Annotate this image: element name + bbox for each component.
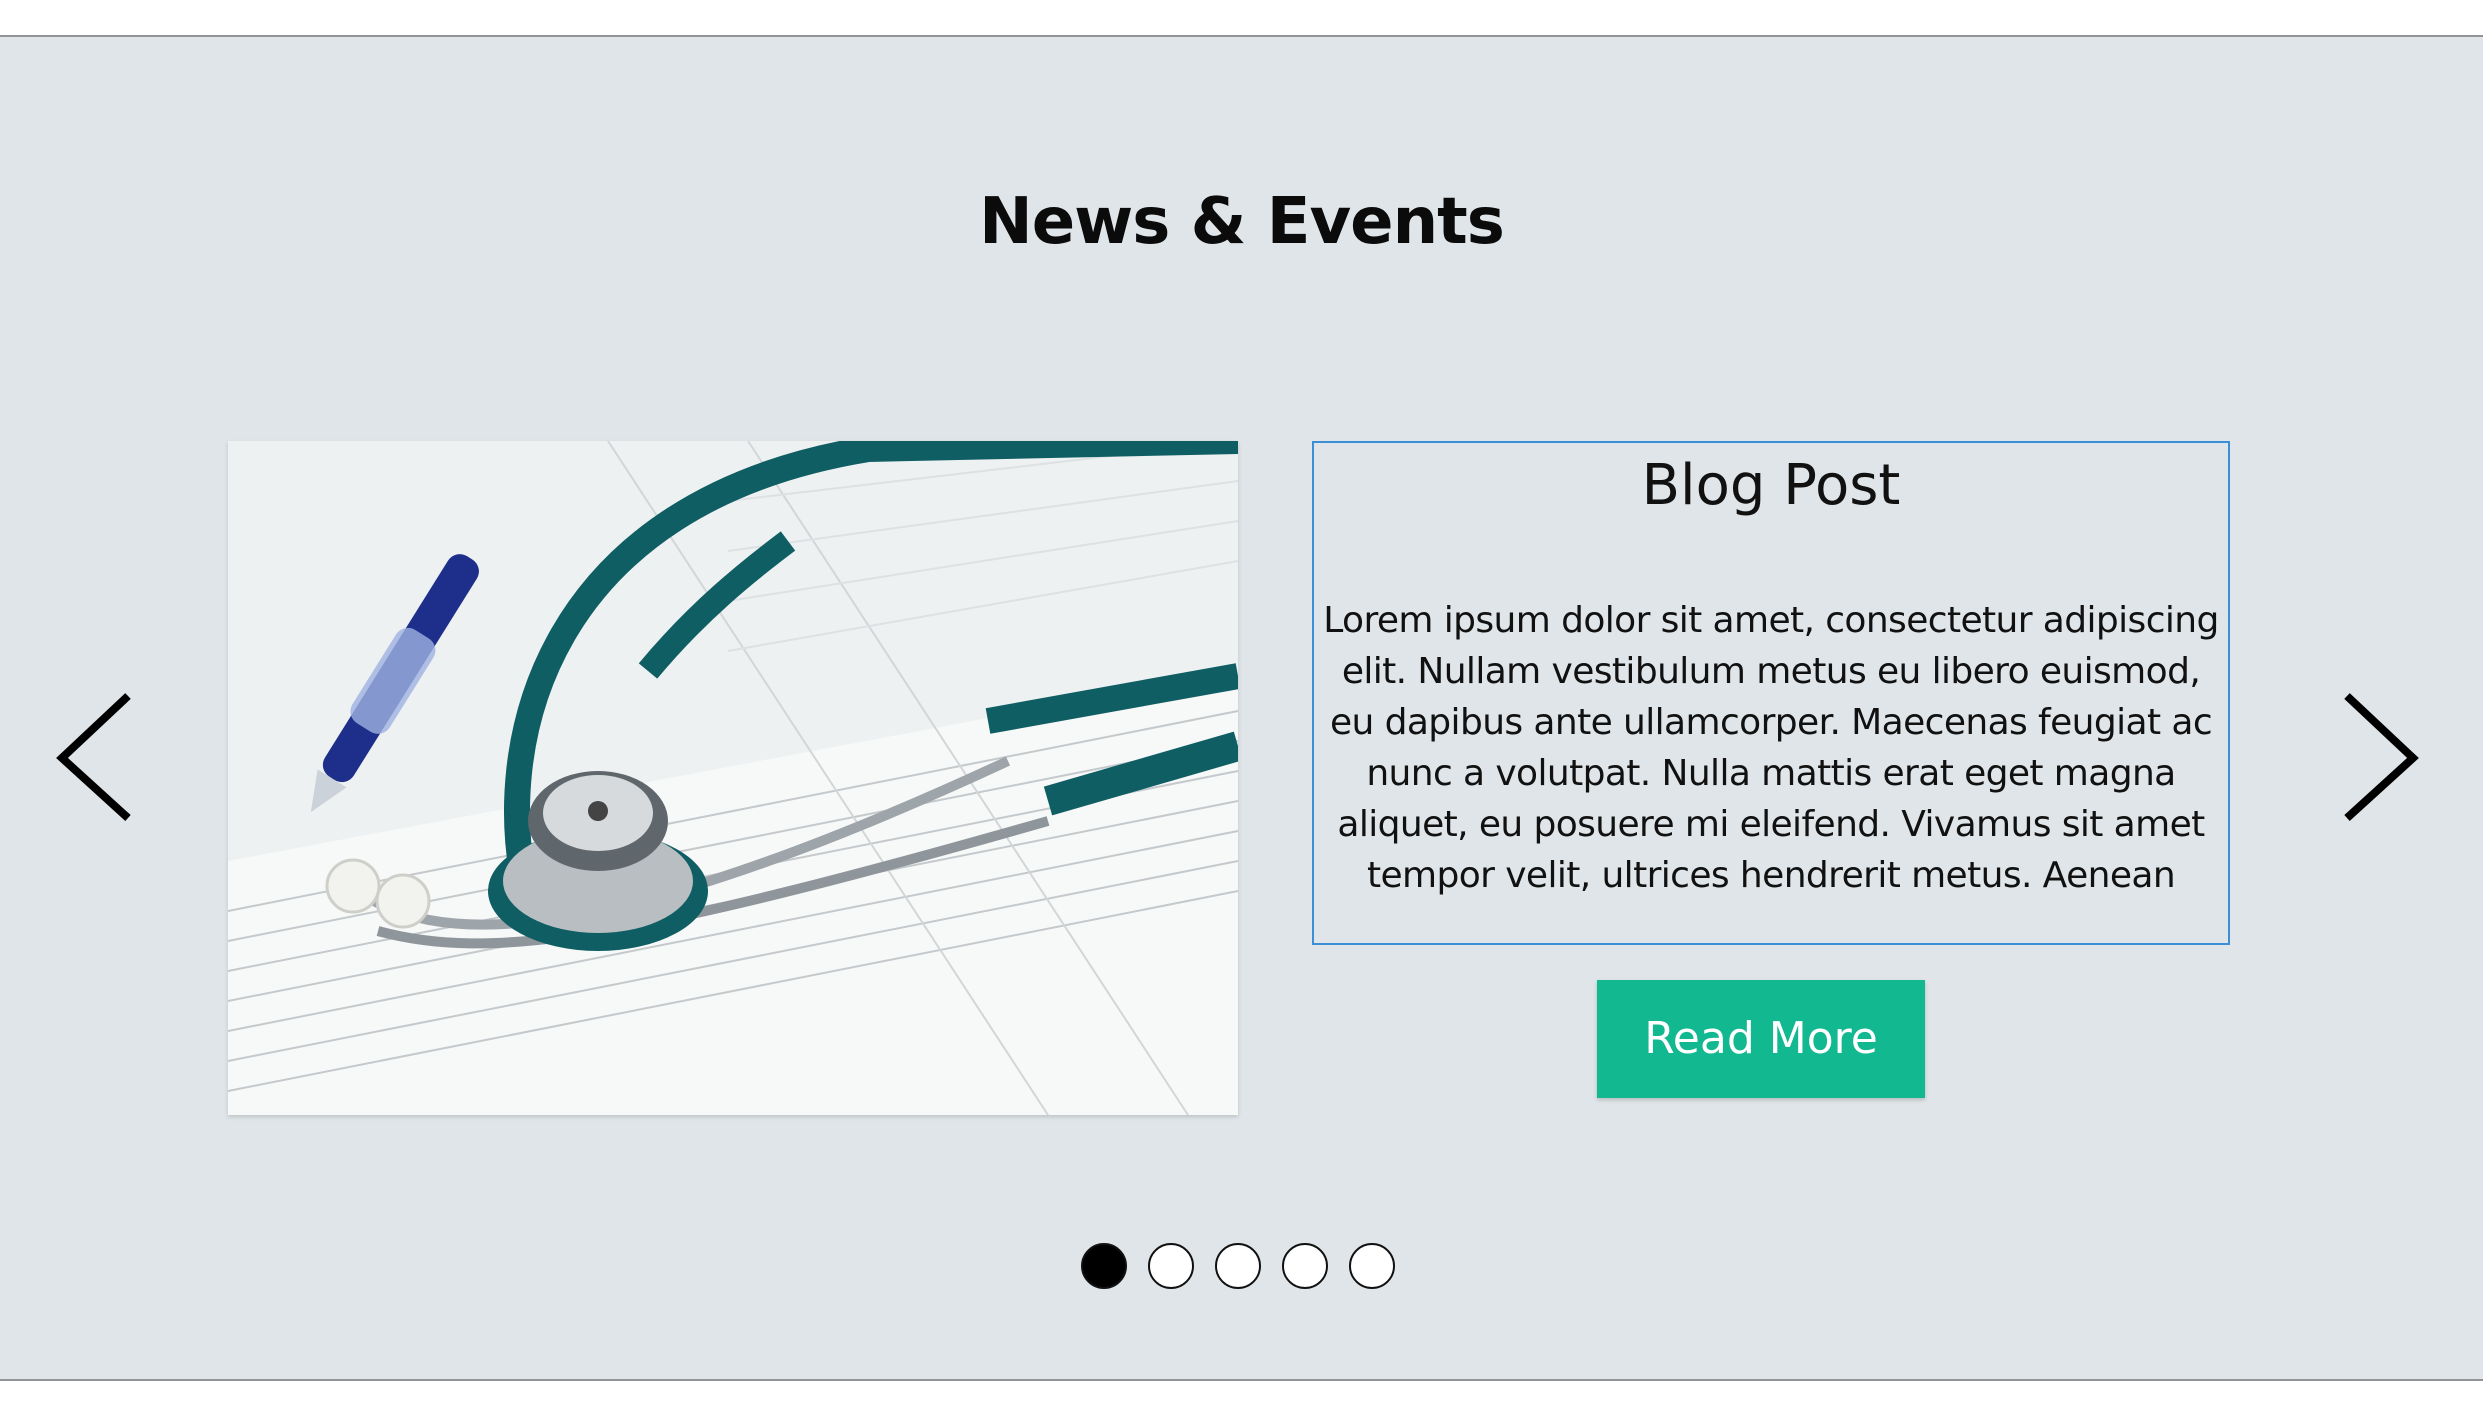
post-excerpt: Lorem ipsum dolor sit amet, consectetur … [1323, 600, 2219, 896]
post-title: Blog Post [1641, 453, 1901, 518]
stethoscope-photo-icon [228, 441, 1238, 1115]
carousel-dot-4[interactable] [1282, 1243, 1328, 1289]
carousel-next-button[interactable] [2335, 682, 2425, 822]
carousel-dot-3[interactable] [1215, 1243, 1261, 1289]
carousel-dot-2[interactable] [1148, 1243, 1194, 1289]
section-title: News & Events [979, 185, 1505, 259]
post-image [228, 441, 1238, 1115]
carousel-pagination [1081, 1243, 1395, 1289]
read-more-button[interactable]: Read More [1597, 980, 1925, 1098]
news-events-section: News & Events Blog Post Lorem ipsum dolo… [0, 35, 2483, 1381]
carousel-prev-button[interactable] [50, 682, 140, 822]
chevron-right-icon [2344, 693, 2419, 821]
carousel-dot-5[interactable] [1349, 1243, 1395, 1289]
page: News & Events Blog Post Lorem ipsum dolo… [0, 0, 2483, 1422]
post-content-box: Blog Post Lorem ipsum dolor sit amet, co… [1312, 441, 2230, 945]
carousel-dot-1[interactable] [1081, 1243, 1127, 1289]
chevron-left-icon [56, 693, 131, 821]
